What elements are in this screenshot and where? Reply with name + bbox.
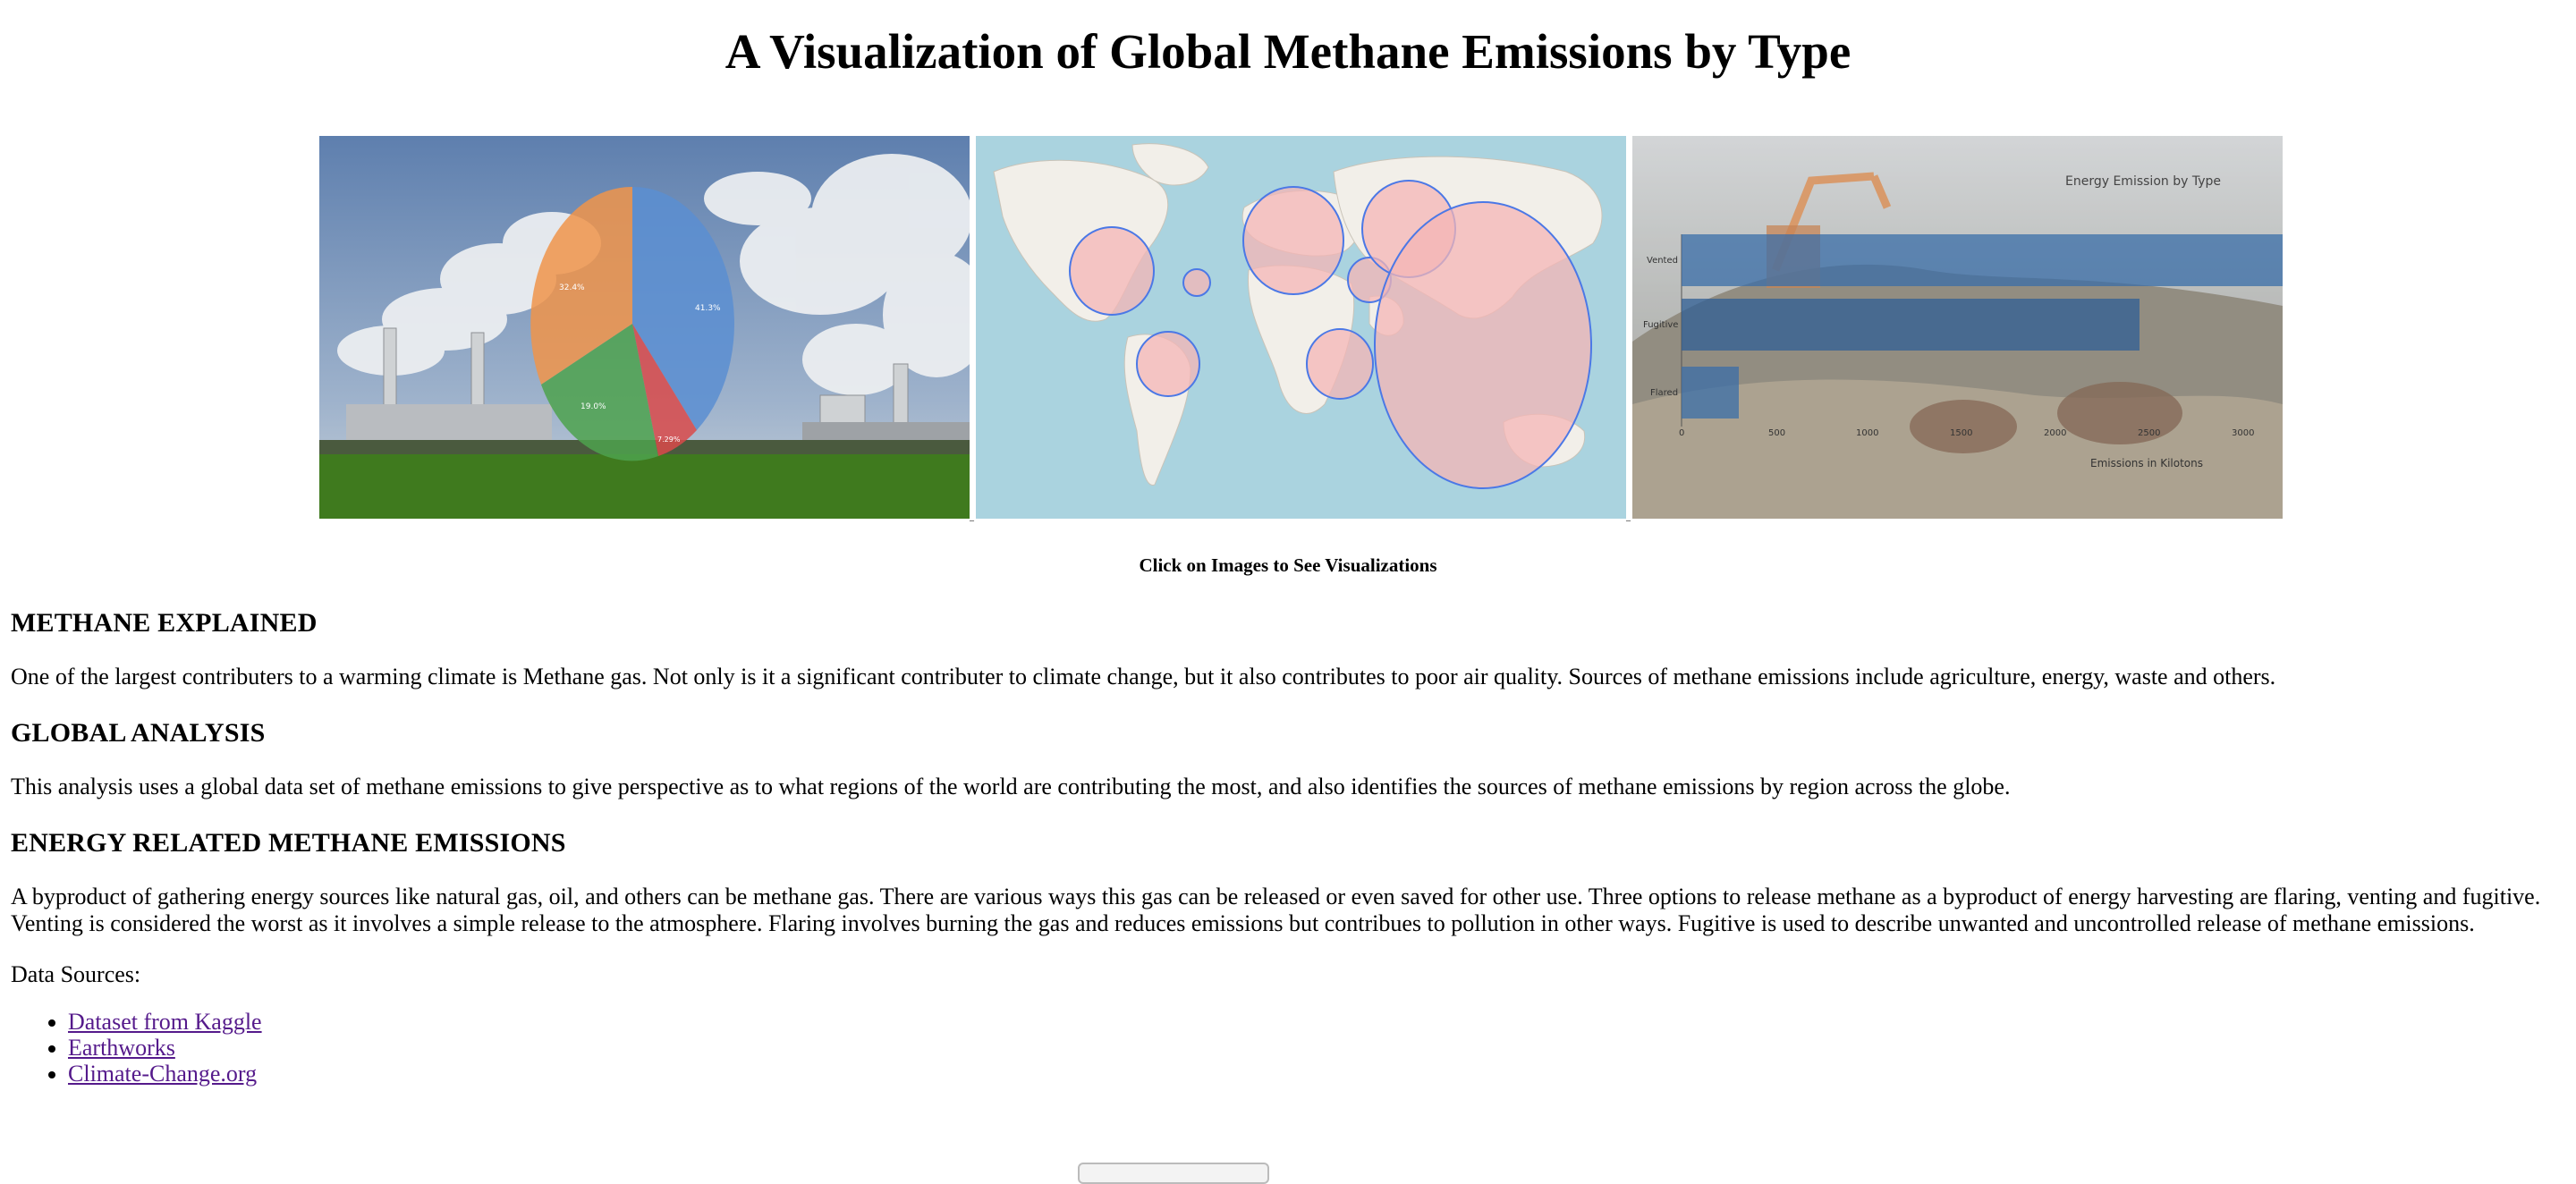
x-tick: 2000 bbox=[2044, 428, 2066, 438]
bar-chart-title: Energy Emission by Type bbox=[2065, 174, 2221, 189]
bubble-caribbean bbox=[1182, 268, 1211, 297]
list-item: Earthworks bbox=[68, 1035, 262, 1061]
section-heading-global-analysis: GLOBAL ANALYSIS bbox=[11, 718, 266, 748]
bottom-button[interactable] bbox=[1078, 1163, 1269, 1184]
section-body-global-analysis: This analysis uses a global data set of … bbox=[11, 774, 2011, 799]
x-tick: 2500 bbox=[2138, 428, 2160, 438]
x-tick: 500 bbox=[1768, 428, 1785, 438]
pie-chart-thumbnail: 41.3% 32.4% 19.0% 7.29% bbox=[319, 136, 970, 519]
x-tick: 3000 bbox=[2232, 428, 2254, 438]
x-axis-label: Emissions in Kilotons bbox=[2090, 457, 2203, 469]
x-tick: 1000 bbox=[1856, 428, 1878, 438]
data-sources-label: Data Sources: bbox=[11, 961, 141, 987]
section-body-methane-explained: One of the largest contributers to a war… bbox=[11, 664, 2276, 689]
bar-vented bbox=[1682, 234, 2283, 286]
bubble-asia-pacific bbox=[1374, 201, 1592, 489]
bar-flared bbox=[1682, 367, 1739, 419]
page-title: A Visualization of Global Methane Emissi… bbox=[724, 24, 1852, 79]
bubble-map-thumbnail bbox=[976, 136, 1626, 519]
section-heading-energy-emissions: ENERGY RELATED METHANE EMISSIONS bbox=[11, 828, 566, 858]
bar-chart-thumbnail-link[interactable]: Energy Emission by Type Vented Fugitive … bbox=[1632, 136, 2283, 519]
section-body-energy-emissions: A byproduct of gathering energy sources … bbox=[11, 884, 2541, 936]
pie-chart: 41.3% 32.4% 19.0% 7.29% bbox=[530, 186, 734, 461]
category-label-flared: Flared bbox=[1650, 388, 1678, 398]
link-climate-change-org[interactable]: Climate-Change.org bbox=[68, 1061, 257, 1087]
category-label-vented: Vented bbox=[1647, 256, 1678, 266]
bubble-north-america bbox=[1069, 226, 1155, 316]
gallery-spacer: _ bbox=[1626, 512, 1631, 522]
x-tick: 1500 bbox=[1950, 428, 1972, 438]
section-heading-methane-explained: METHANE EXPLAINED bbox=[11, 608, 318, 638]
bubble-south-america bbox=[1136, 331, 1200, 397]
bubble-africa bbox=[1306, 328, 1374, 400]
list-item: Dataset from Kaggle bbox=[68, 1009, 262, 1035]
link-kaggle-dataset[interactable]: Dataset from Kaggle bbox=[68, 1009, 262, 1035]
bar-chart-thumbnail: Energy Emission by Type Vented Fugitive … bbox=[1632, 136, 2283, 519]
gallery-caption: Click on Images to See Visualizations bbox=[1139, 554, 1437, 576]
link-earthworks[interactable]: Earthworks bbox=[68, 1035, 175, 1061]
data-sources-list: Dataset from Kaggle Earthworks Climate-C… bbox=[11, 1009, 262, 1087]
pie-label-2: 32.4% bbox=[559, 283, 585, 292]
gallery-spacer: _ bbox=[970, 512, 974, 522]
visualization-gallery: 41.3% 32.4% 19.0% 7.29% _ _ Energy Emiss… bbox=[319, 136, 2283, 522]
category-label-fugitive: Fugitive bbox=[1643, 320, 1678, 330]
pie-label-1: 41.3% bbox=[695, 304, 721, 313]
bubble-map-thumbnail-link[interactable] bbox=[976, 136, 1626, 519]
bar-fugitive bbox=[1682, 299, 2140, 351]
list-item: Climate-Change.org bbox=[68, 1061, 262, 1087]
pie-label-3: 19.0% bbox=[580, 402, 606, 411]
bubble-europe bbox=[1242, 186, 1344, 295]
pie-label-4: 7.29% bbox=[657, 436, 681, 444]
pie-chart-thumbnail-link[interactable]: 41.3% 32.4% 19.0% 7.29% bbox=[319, 136, 970, 519]
x-tick: 0 bbox=[1679, 428, 1684, 438]
